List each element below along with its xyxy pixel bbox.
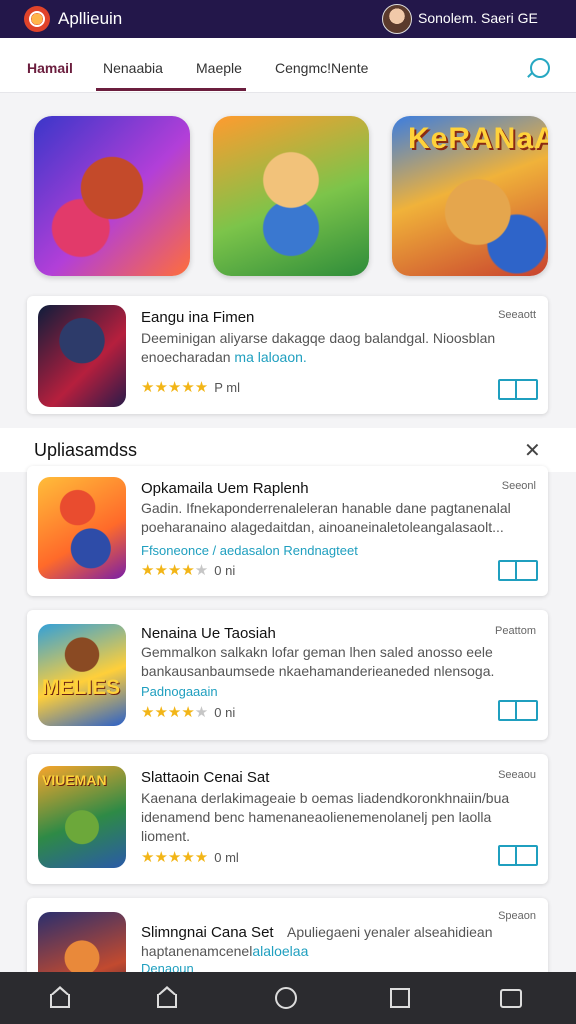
bottom-nav [0, 972, 576, 1024]
featured-game-1[interactable] [34, 116, 190, 276]
app-desc: Gadin. Ifnekaponderrenaleleran hanable d… [141, 500, 511, 535]
mail-icon[interactable] [500, 989, 522, 1008]
app-tag: Seeaott [498, 309, 536, 321]
app-subtitle: Padnogaaain [141, 684, 218, 699]
app-tag: Peattom [495, 625, 536, 637]
featured-game-2[interactable] [213, 116, 369, 276]
app-thumb [38, 477, 126, 579]
app-thumb: MELIES [38, 624, 126, 726]
avatar[interactable] [382, 4, 412, 34]
top-app-card[interactable]: Eangu ina Fimen Seeaott Deeminigan aliya… [27, 296, 548, 414]
list-item[interactable]: Opkamaila Uem Raplenh Seeonl Gadin. Ifne… [27, 466, 548, 596]
close-icon[interactable]: ✕ [524, 438, 541, 463]
app-title: Nenaina Ue Taosiah [141, 625, 276, 642]
star-rating: ★★★★★ 0 ni [141, 562, 236, 579]
list-item[interactable]: Slimngnai Cana Set Speaon Apuliegaeni ye… [27, 898, 548, 1014]
circle-icon[interactable] [275, 987, 297, 1009]
tab-bar: Hamail Nenaabia Maeple Cengmc!Nente [0, 38, 576, 93]
app-title: Slimngnai Cana Set [141, 924, 274, 941]
app-subtitle: Ffsoneonce / aedasalon Rendnagteet [141, 543, 358, 558]
search-icon[interactable] [530, 58, 550, 78]
star-rating: ★★★★★ 0 ml [141, 849, 239, 866]
app-thumb [38, 305, 126, 407]
featured-game-3[interactable]: KeRANaA [392, 116, 548, 276]
app-desc: Deeminigan aliyarse dakagqe daog balandg… [141, 330, 496, 365]
section-title: Upliasamdss [34, 440, 138, 460]
top-bar: Apllieuin Sonolem. Saeri GE [0, 0, 576, 38]
app-title: Eangu ina Fimen [141, 309, 255, 326]
list-item[interactable]: VIUEMAN Slattaoin Cenai Sat Seeaou Kaena… [27, 754, 548, 884]
home-icon[interactable] [157, 986, 179, 1008]
list-item[interactable]: MELIES Nenaina Ue Taosiah Peattom Gemmal… [27, 610, 548, 740]
app-desc: Apuliegaeni yenaler alseahidiean [287, 924, 493, 940]
tab-cengmc-nente[interactable]: Cengmc!Nente [275, 60, 368, 76]
tab-underline [96, 88, 246, 91]
tab-nenaabia[interactable]: Nenaabia [103, 60, 163, 76]
app-title: Slattaoin Cenai Sat [141, 769, 270, 786]
user-name[interactable]: Sonolem. Saeri GE [418, 10, 538, 26]
install-button[interactable] [498, 560, 538, 581]
install-button[interactable] [498, 379, 538, 400]
app-thumb: VIUEMAN [38, 766, 126, 868]
app-thumb-title: VIUEMAN [42, 772, 107, 788]
install-button[interactable] [498, 700, 538, 721]
square-icon[interactable] [390, 988, 410, 1008]
home-icon[interactable] [50, 986, 72, 1008]
app-tag: Speaon [498, 910, 536, 922]
tab-maeple[interactable]: Maeple [196, 60, 242, 76]
app-title: Apllieuin [58, 9, 123, 28]
app-desc-2: haptanenamcenelalaloelaa [141, 943, 309, 959]
install-button[interactable] [498, 845, 538, 866]
app-tag: Seeaou [498, 769, 536, 781]
app-desc: Kaenana derlakimageaie b oemas liadendko… [141, 790, 510, 844]
app-thumb-title: MELIES [42, 676, 121, 699]
app-desc: Gemmalkon salkakn lofar geman lhen saled… [141, 644, 495, 679]
featured-game-3-title: KeRANaA [408, 122, 548, 155]
app-logo-icon [24, 6, 50, 32]
app-title: Opkamaila Uem Raplenh [141, 480, 309, 497]
star-rating: ★★★★★ 0 ni [141, 704, 236, 721]
star-rating: ★★★★★ P ml [141, 379, 241, 396]
tab-hamail[interactable]: Hamail [27, 60, 73, 76]
app-tag: Seeonl [501, 480, 536, 492]
